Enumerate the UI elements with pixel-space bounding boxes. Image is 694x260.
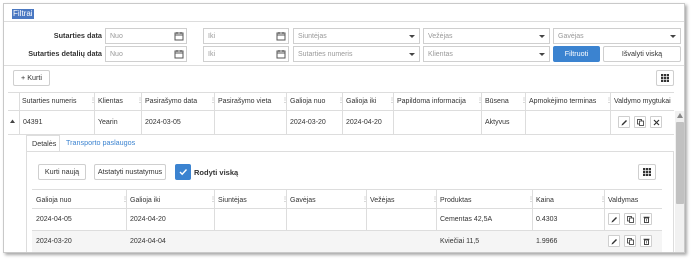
close-icon xyxy=(653,119,660,126)
contract-detail-date-label: Sutarties detalių data xyxy=(28,49,102,58)
calendar-icon[interactable] xyxy=(174,49,184,59)
create-new-button[interactable]: Kurti naują xyxy=(38,164,86,180)
pencil-icon xyxy=(611,217,617,223)
col-valid-to[interactable]: Galioja iki xyxy=(130,196,160,206)
col-product[interactable]: Produktas xyxy=(440,196,472,206)
cell-valid-to: 2024-04-04 xyxy=(130,238,166,245)
calendar-icon[interactable] xyxy=(276,49,286,59)
contract-date-label: Sutarties data xyxy=(53,31,102,40)
delete-button[interactable] xyxy=(640,213,652,225)
col-valid-from[interactable]: Galioja nuo xyxy=(290,97,325,107)
columns-button[interactable] xyxy=(656,70,674,86)
detail-date-from-input[interactable]: Nuo xyxy=(105,46,187,62)
detail-date-to-input[interactable]: Iki xyxy=(203,46,289,62)
grid-icon xyxy=(643,168,651,176)
cell-product: Cementas 42,5A xyxy=(440,216,493,223)
edit-button[interactable] xyxy=(608,213,620,225)
col-contract-number[interactable]: Sutarties numeris xyxy=(22,97,76,107)
pencil-icon xyxy=(611,239,617,245)
divider xyxy=(4,65,684,66)
show-all-label: Rodyti viską xyxy=(194,168,239,177)
cell-valid-from: 2024-04-05 xyxy=(36,216,72,223)
cell-valid-from: 2024-03-20 xyxy=(36,238,72,245)
carrier-select[interactable]: Vežėjas xyxy=(423,28,550,44)
cell-price: 1.9966 xyxy=(536,238,558,245)
contract-number-select[interactable]: Sutarties numeris xyxy=(293,46,420,62)
filter-title: Filtrai xyxy=(12,9,34,19)
copy-icon xyxy=(637,119,644,126)
col-status[interactable]: Būsena xyxy=(485,97,509,107)
col-payment-term[interactable]: Apmokėjimo terminas xyxy=(529,97,596,107)
chevron-down-icon xyxy=(670,35,676,38)
col-signed-place[interactable]: Pasirašymo vieta xyxy=(218,97,271,107)
delete-button[interactable] xyxy=(640,235,652,247)
table-row[interactable] xyxy=(32,231,662,252)
cell-price: 0.4303 xyxy=(536,216,558,223)
col-shipper[interactable]: Siuntėjas xyxy=(218,196,247,206)
filter-button[interactable]: Filtruoti xyxy=(553,46,600,62)
copy-button[interactable] xyxy=(624,213,636,225)
divider xyxy=(4,21,684,22)
col-actions: Valdymo mygtukai xyxy=(614,98,671,105)
trash-icon xyxy=(643,238,650,245)
cell-contract-number: 04391 xyxy=(23,119,43,126)
detail-columns-button[interactable] xyxy=(638,164,656,180)
calendar-icon[interactable] xyxy=(276,31,286,41)
client-select[interactable]: Klientas xyxy=(423,46,550,62)
calendar-icon[interactable] xyxy=(174,31,184,41)
shipper-select[interactable]: Siuntėjas xyxy=(293,28,420,44)
tab-details[interactable]: Detalės xyxy=(26,135,60,152)
edit-button[interactable] xyxy=(608,235,620,247)
col-valid-to[interactable]: Galioja iki xyxy=(346,97,376,107)
cell-status: Aktyvus xyxy=(485,119,510,126)
reset-settings-button[interactable]: Atstatyti nustatymus xyxy=(94,164,166,180)
col-receiver[interactable]: Gavėjas xyxy=(290,196,316,206)
edit-button[interactable] xyxy=(618,116,630,128)
contracts-window: Filtrai Sutarties data Nuo Iki Siuntėjas… xyxy=(3,3,685,253)
grid-icon xyxy=(661,74,669,82)
col-signed-date[interactable]: Pasirašymo data xyxy=(145,97,197,107)
cell-valid-to: 2024-04-20 xyxy=(130,216,166,223)
cell-signed-date: 2024-03-05 xyxy=(145,119,181,126)
table-row[interactable] xyxy=(32,209,662,230)
collapse-icon[interactable] xyxy=(10,119,15,124)
copy-button[interactable] xyxy=(634,116,646,128)
pencil-icon xyxy=(621,120,627,126)
col-extra-info[interactable]: Papildoma informacija xyxy=(397,97,466,107)
col-carrier[interactable]: Vežėjas xyxy=(370,196,395,206)
chevron-down-icon xyxy=(539,53,545,56)
contract-date-from-input[interactable]: Nuo xyxy=(105,28,187,44)
trash-icon xyxy=(643,216,650,223)
col-price[interactable]: Kaina xyxy=(536,196,554,206)
col-actions: Valdymas xyxy=(608,197,639,204)
check-icon xyxy=(179,169,188,176)
contract-date-to-input[interactable]: Iki xyxy=(203,28,289,44)
cell-client: Yearin xyxy=(98,119,118,126)
chevron-down-icon xyxy=(409,53,415,56)
cell-valid-to: 2024-04-20 xyxy=(346,119,382,126)
col-valid-from[interactable]: Galioja nuo xyxy=(36,196,71,206)
copy-icon xyxy=(627,238,634,245)
scroll-up-icon[interactable] xyxy=(677,113,683,118)
scrollbar-thumb[interactable] xyxy=(676,122,684,204)
copy-icon xyxy=(627,216,634,223)
chevron-down-icon xyxy=(539,35,545,38)
receiver-select[interactable]: Gavėjas xyxy=(553,28,681,44)
delete-button[interactable] xyxy=(650,116,662,128)
clear-all-button[interactable]: Išvalyti viską xyxy=(603,46,681,62)
cell-product: Kviečiai 11,5 xyxy=(440,238,480,245)
show-all-checkbox[interactable] xyxy=(175,164,191,180)
chevron-down-icon xyxy=(409,35,415,38)
copy-button[interactable] xyxy=(624,235,636,247)
cell-valid-from: 2024-03-20 xyxy=(290,119,326,126)
tab-transport-services[interactable]: Transporto paslaugos xyxy=(66,138,135,147)
col-client[interactable]: Klientas xyxy=(98,97,123,107)
add-button[interactable]: + Kurti xyxy=(13,70,50,86)
